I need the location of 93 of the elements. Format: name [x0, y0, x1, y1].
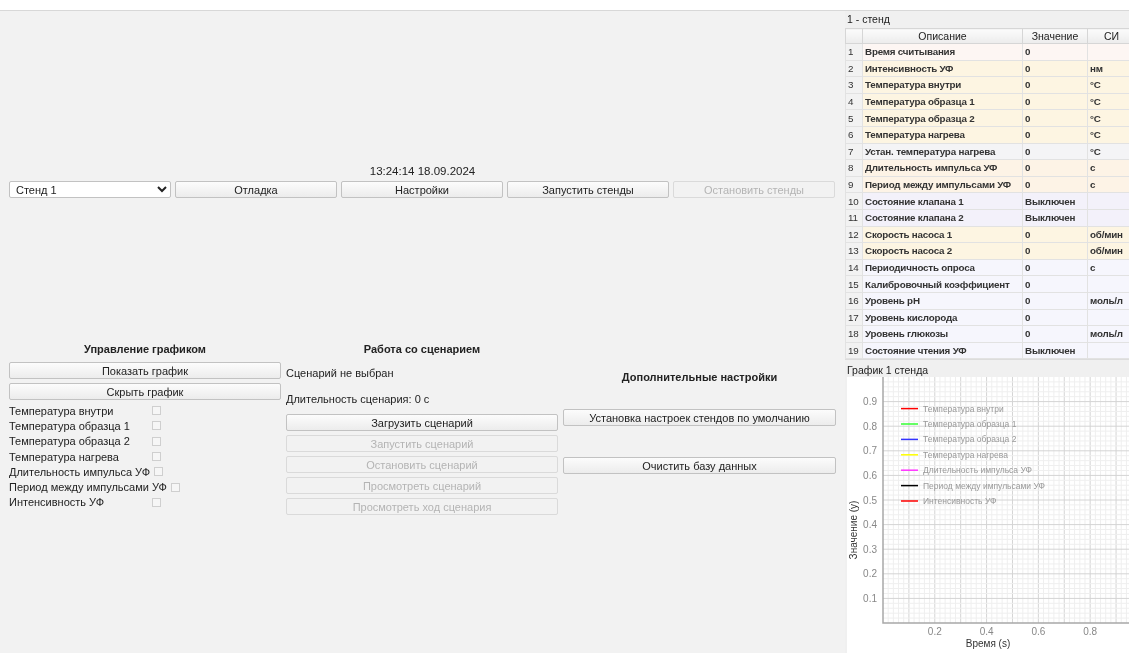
checkbox[interactable]: [152, 421, 161, 431]
table-cell: Длительность импульса УФ: [862, 159, 1023, 177]
button[interactable]: Показать график: [9, 362, 281, 379]
tick-label: 0.5: [863, 494, 877, 506]
tick-label: 0.3: [863, 544, 877, 555]
table-cell: Время считывания: [862, 43, 1023, 61]
section-heading: Дополнительные настройки: [620, 370, 779, 384]
checkbox[interactable]: [152, 497, 161, 507]
checkbox-label: Температура нагрева: [9, 450, 120, 463]
legend-label: Температура нагрева: [923, 450, 1008, 461]
checkbox-label: Длительность импульса УФ: [9, 465, 151, 478]
checkbox[interactable]: [154, 467, 164, 477]
legend-label: Температура внутри: [923, 403, 1004, 414]
table-cell: 0: [1022, 109, 1088, 127]
tick-label: 0.8: [863, 421, 877, 432]
table-cell: 0: [1022, 259, 1088, 276]
scenario-duration: Длительность сценария: 0 с: [286, 392, 431, 406]
button[interactable]: Запустить стенды: [507, 181, 669, 198]
table-cell: Скорость насоса 2: [862, 242, 1023, 260]
table-cell: Температура внутри: [862, 76, 1023, 94]
table-cell: Интенсивность УФ: [862, 60, 1023, 77]
checkbox-label: Температура образца 2: [9, 435, 131, 448]
tick-label: 0.1: [863, 593, 877, 605]
checkbox-label: Температура внутри: [9, 404, 115, 417]
table-cell: Период между импульсами УФ: [862, 176, 1023, 193]
checkbox[interactable]: [170, 482, 180, 492]
table-cell: 0: [1022, 176, 1088, 193]
checkbox[interactable]: [152, 406, 161, 416]
checkbox[interactable]: [152, 436, 161, 446]
section-heading: Управление графиком: [83, 342, 207, 356]
table-cell: Температура нагрева: [862, 126, 1023, 144]
table-cell: 0: [1022, 226, 1088, 243]
table-cell: Калибровочный коэффициент: [862, 275, 1023, 293]
table-cell: Состояние клапана 1: [862, 192, 1023, 210]
button[interactable]: Загрузить сценарий: [286, 414, 558, 431]
column-header[interactable]: СИ: [1087, 28, 1129, 44]
table-cell: 0: [1022, 143, 1088, 160]
tick-label: 0.4: [979, 626, 994, 638]
table-cell: 0: [1022, 242, 1088, 260]
tick-label: 0.6: [863, 470, 877, 482]
table-cell: Температура образца 2: [862, 109, 1023, 127]
table-cell: 0: [1022, 309, 1088, 326]
scenario-status: Сценарий не выбран: [286, 366, 395, 380]
button[interactable]: Очистить базу данных: [563, 457, 836, 474]
legend-label: Длительность импульса УФ: [923, 465, 1032, 476]
legend-label: Температура образца 2: [923, 434, 1017, 445]
tick-label: 0.2: [927, 626, 942, 638]
table-cell: 0: [1022, 93, 1088, 110]
legend-label: Период между импульсами УФ: [923, 480, 1046, 491]
table-cell: Уровень pH: [862, 292, 1023, 309]
axis-title: Значение (y): [848, 500, 859, 560]
table-title: 1 - стенд: [846, 12, 891, 27]
legend-label: Температура образца 1: [923, 419, 1017, 430]
checkbox-label: Температура образца 1: [9, 419, 131, 432]
table-cell: Периодичность опроса: [862, 259, 1023, 276]
axis-title: Время (s): [965, 638, 1011, 650]
table-cell: Уровень кислорода: [862, 309, 1023, 326]
checkbox-label: Интенсивность УФ: [9, 496, 106, 509]
table-cell: 0: [1022, 159, 1088, 177]
table-cell: Выключен: [1022, 342, 1088, 359]
tick-label: 0.2: [863, 568, 877, 580]
table-cell: Состояние чтения УФ: [862, 342, 1023, 359]
table-cell: 0: [1022, 60, 1088, 77]
column-header[interactable]: Значение: [1022, 28, 1088, 44]
table-cell: Температура образца 1: [862, 93, 1023, 110]
tick-label: 0.9: [863, 396, 877, 408]
tick-label: 0.6: [1031, 626, 1046, 638]
tick-label: 0.7: [863, 445, 877, 457]
column-header[interactable]: Описание: [862, 28, 1023, 44]
checkbox-label: Период между импульсами УФ: [9, 481, 167, 494]
button[interactable]: Скрыть график: [9, 383, 281, 400]
table-cell: Уровень глюкозы: [862, 325, 1023, 343]
table-cell: 0: [1022, 76, 1088, 94]
table-cell: Состояние клапана 2: [862, 209, 1023, 227]
button[interactable]: Настройки: [341, 181, 503, 198]
tick-label: 0.4: [863, 519, 877, 531]
button[interactable]: Установка настроек стендов по умолчанию: [563, 409, 836, 426]
table-cell: Выключен: [1022, 209, 1088, 227]
table-cell: Устан. температура нагрева: [862, 143, 1023, 160]
section-heading: Работа со сценарием: [362, 342, 482, 356]
table-cell: 0: [1022, 325, 1088, 343]
table-cell: Скорость насоса 1: [862, 226, 1023, 243]
stand-dropdown[interactable]: Стенд 1: [9, 181, 171, 198]
table-cell: 0: [1022, 43, 1088, 61]
table-cell: 0: [1022, 292, 1088, 309]
tick-label: 0.8: [1083, 626, 1098, 638]
table-cell: 0: [1022, 126, 1088, 144]
table-cell: Выключен: [1022, 192, 1088, 210]
clock-text: 13:24:14 18.09.2024: [368, 164, 477, 178]
legend-label: Интенсивность УФ: [923, 496, 997, 507]
button[interactable]: Отладка: [175, 181, 337, 198]
table-cell: 0: [1022, 275, 1088, 293]
checkbox[interactable]: [152, 452, 161, 462]
